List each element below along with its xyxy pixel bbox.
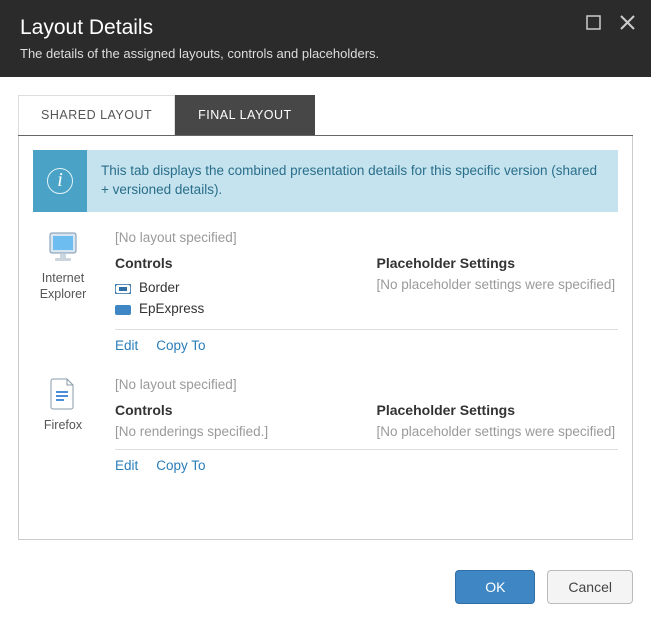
monitor-icon <box>33 230 93 264</box>
layout-details-dialog: Layout Details The details of the assign… <box>0 0 651 618</box>
close-icon <box>619 14 636 31</box>
control-icon <box>115 303 131 313</box>
actions: Edit Copy To <box>115 449 618 473</box>
device-details: [No layout specified] Controls Border <box>115 230 618 353</box>
actions: Edit Copy To <box>115 329 618 353</box>
info-icon: i <box>33 150 87 212</box>
tab-shared-layout[interactable]: SHARED LAYOUT <box>18 95 175 135</box>
placeholder-empty: [No placeholder settings were specified] <box>377 277 619 292</box>
footer: OK Cancel <box>0 558 651 618</box>
device-details: [No layout specified] Controls [No rende… <box>115 377 618 473</box>
no-layout-text: [No layout specified] <box>115 377 618 392</box>
placeholder-heading: Placeholder Settings <box>377 255 619 271</box>
maximize-button[interactable] <box>583 12 603 32</box>
control-item: EpExpress <box>115 298 357 319</box>
copy-to-link[interactable]: Copy To <box>156 458 205 473</box>
placeholder-heading: Placeholder Settings <box>377 402 619 418</box>
control-icon <box>115 282 131 292</box>
device-name: Firefox <box>33 417 93 433</box>
close-button[interactable] <box>617 12 637 32</box>
document-icon <box>33 377 93 411</box>
titlebar-controls <box>583 12 637 32</box>
info-text: This tab displays the combined presentat… <box>87 150 618 212</box>
placeholder-column: Placeholder Settings [No placeholder set… <box>377 402 619 439</box>
dialog-title: Layout Details <box>20 16 631 40</box>
content: SHARED LAYOUT FINAL LAYOUT i This tab di… <box>0 77 651 558</box>
edit-link[interactable]: Edit <box>115 338 138 353</box>
tab-panel: i This tab displays the combined present… <box>18 136 633 540</box>
controls-heading: Controls <box>115 255 357 271</box>
control-label: EpExpress <box>139 301 204 316</box>
edit-link[interactable]: Edit <box>115 458 138 473</box>
copy-to-link[interactable]: Copy To <box>156 338 205 353</box>
control-label: Border <box>139 280 180 295</box>
info-box: i This tab displays the combined present… <box>33 150 618 212</box>
device-left: Firefox <box>33 377 93 473</box>
tabs: SHARED LAYOUT FINAL LAYOUT <box>18 95 633 136</box>
device-left: Internet Explorer <box>33 230 93 353</box>
tab-final-layout[interactable]: FINAL LAYOUT <box>175 95 315 135</box>
maximize-icon <box>586 15 601 30</box>
controls-column: Controls Border E <box>115 255 357 319</box>
placeholder-empty: [No placeholder settings were specified] <box>377 424 619 439</box>
titlebar: Layout Details The details of the assign… <box>0 0 651 77</box>
control-item: Border <box>115 277 357 298</box>
cancel-button[interactable]: Cancel <box>547 570 633 604</box>
controls-empty: [No renderings specified.] <box>115 424 357 439</box>
placeholder-column: Placeholder Settings [No placeholder set… <box>377 255 619 319</box>
controls-heading: Controls <box>115 402 357 418</box>
no-layout-text: [No layout specified] <box>115 230 618 245</box>
ok-button[interactable]: OK <box>455 570 535 604</box>
device-name: Internet Explorer <box>33 270 93 303</box>
columns: Controls Border E <box>115 255 618 319</box>
dialog-subtitle: The details of the assigned layouts, con… <box>20 46 631 61</box>
columns: Controls [No renderings specified.] Plac… <box>115 402 618 439</box>
device-block: Firefox [No layout specified] Controls [… <box>33 377 618 473</box>
controls-column: Controls [No renderings specified.] <box>115 402 357 439</box>
device-block: Internet Explorer [No layout specified] … <box>33 230 618 353</box>
